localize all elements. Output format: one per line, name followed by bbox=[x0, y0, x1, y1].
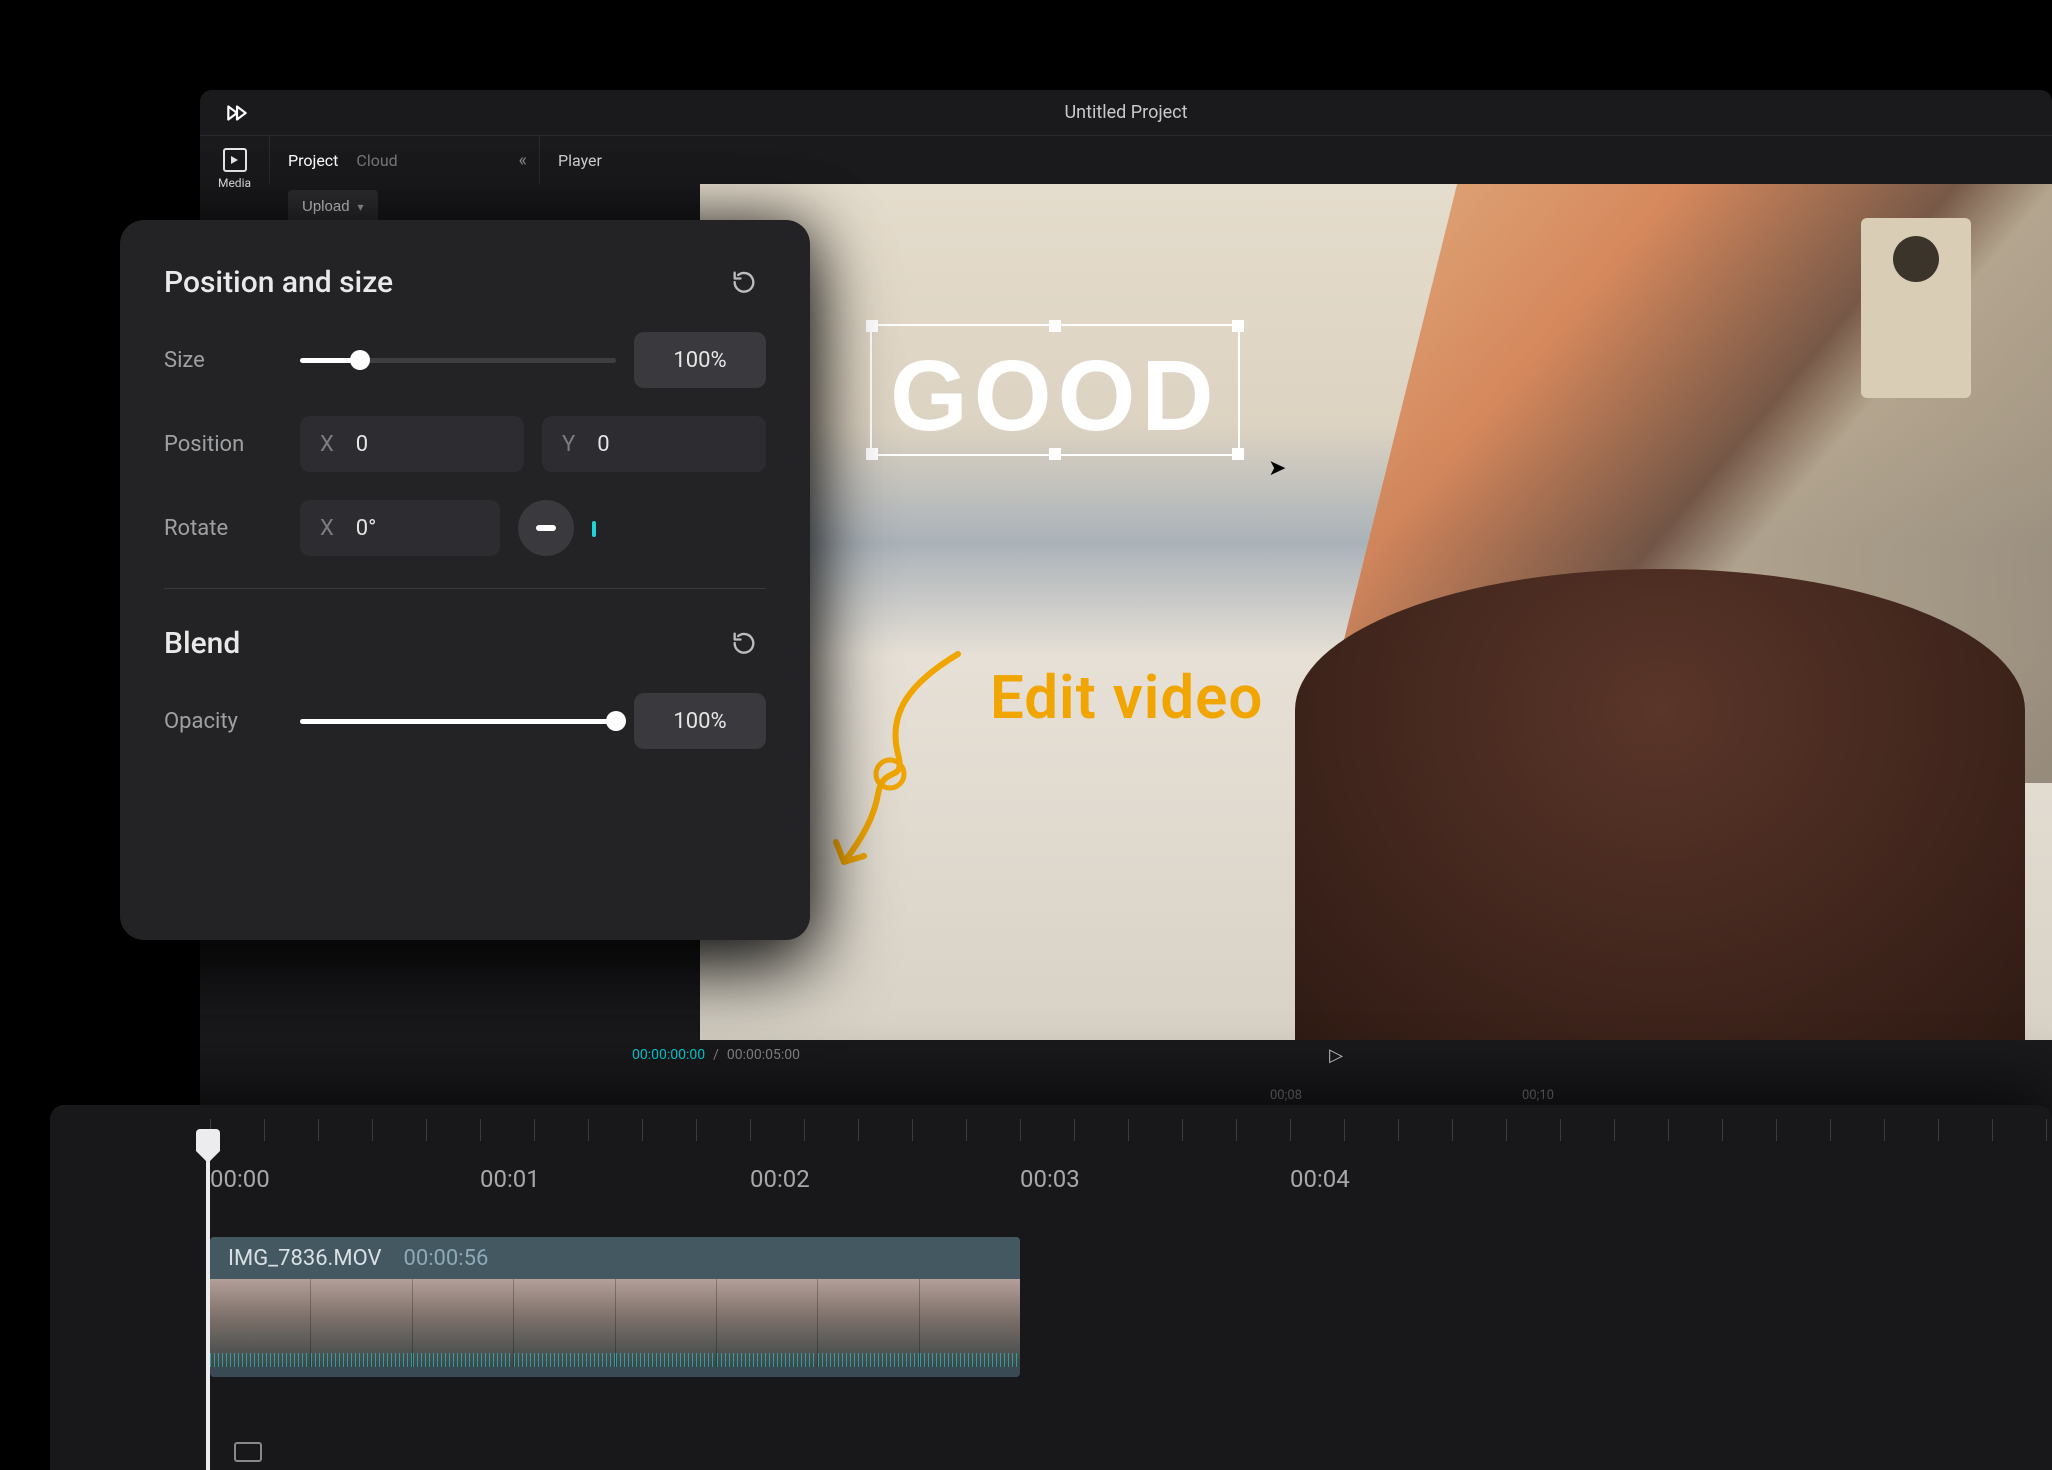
clip-thumbnails bbox=[210, 1279, 1020, 1367]
timeline-tick: 00:03 bbox=[1020, 1165, 1080, 1193]
video-track[interactable]: IMG_7836.MOV 00:00:56 bbox=[210, 1237, 2052, 1377]
properties-panel: Position and size Size 100% Position X 0… bbox=[120, 220, 810, 940]
nav-media[interactable]: Media bbox=[218, 142, 251, 196]
size-value-field[interactable]: 100% bbox=[634, 332, 766, 388]
preview-sweater-shape bbox=[1295, 569, 2025, 1040]
blend-title: Blend bbox=[164, 626, 240, 661]
timeline-tick: 00:01 bbox=[480, 1165, 540, 1193]
annotation-arrow-icon bbox=[828, 644, 968, 874]
timecode-total: 00:00:05:00 bbox=[727, 1047, 800, 1063]
preview-frame bbox=[700, 184, 2052, 1040]
reset-icon bbox=[730, 629, 758, 657]
project-title: Untitled Project bbox=[1064, 102, 1187, 123]
clip-duration: 00:00:56 bbox=[403, 1246, 488, 1271]
position-x-field[interactable]: X 0 bbox=[300, 416, 524, 472]
media-tabs: Project Cloud « bbox=[270, 136, 540, 184]
timecode-separator: / bbox=[713, 1047, 719, 1063]
resize-handle-br[interactable] bbox=[1232, 448, 1244, 460]
rotate-dial[interactable] bbox=[518, 500, 574, 556]
section-divider bbox=[164, 588, 766, 589]
timeline-tick: 00:04 bbox=[1290, 1165, 1350, 1193]
player-controls: 00:00:00:00 / 00:00:05:00 ▷ bbox=[620, 1040, 2052, 1070]
preview-vase-shape bbox=[1861, 218, 1971, 398]
reset-position-size-button[interactable] bbox=[722, 260, 766, 304]
clip-thumb bbox=[716, 1279, 817, 1367]
keyboard-icon[interactable] bbox=[234, 1442, 262, 1462]
timeline-tick: 00:02 bbox=[750, 1165, 810, 1193]
tab-cloud[interactable]: Cloud bbox=[356, 151, 397, 170]
x-axis-label: X bbox=[320, 432, 334, 457]
reset-blend-button[interactable] bbox=[722, 621, 766, 665]
opacity-label: Opacity bbox=[164, 709, 282, 734]
clip-header: IMG_7836.MOV 00:00:56 bbox=[210, 1237, 1020, 1279]
ruler-tick: 00;10 bbox=[1522, 1088, 1554, 1103]
size-label: Size bbox=[164, 348, 282, 373]
clip-thumb bbox=[817, 1279, 918, 1367]
timeline-ruler[interactable]: 00:00 00:01 00:02 00:03 00:04 bbox=[50, 1119, 2052, 1193]
player-header: Player bbox=[540, 136, 2052, 184]
timeline-playhead[interactable] bbox=[206, 1131, 210, 1470]
size-slider-thumb[interactable] bbox=[350, 350, 370, 370]
clip-thumb bbox=[919, 1279, 1020, 1367]
position-label: Position bbox=[164, 432, 282, 457]
rotate-label: Rotate bbox=[164, 516, 282, 541]
top-row: Media Project Cloud « Player bbox=[200, 136, 2052, 184]
rotate-value: 0° bbox=[356, 516, 377, 541]
play-button[interactable]: ▷ bbox=[1329, 1045, 1343, 1066]
app-logo bbox=[224, 100, 250, 126]
resize-handle-tr[interactable] bbox=[1232, 320, 1244, 332]
player-label: Player bbox=[558, 151, 602, 170]
timeline-panel: 00:00 00:01 00:02 00:03 00:04 IMG_7836.M… bbox=[50, 1105, 2052, 1470]
position-y-field[interactable]: Y 0 bbox=[542, 416, 766, 472]
clip-name: IMG_7836.MOV bbox=[228, 1246, 381, 1271]
position-size-title: Position and size bbox=[164, 265, 393, 300]
y-axis-label: Y bbox=[562, 432, 575, 457]
clip-thumb bbox=[210, 1279, 310, 1367]
left-nav: Media bbox=[200, 136, 270, 184]
preview-viewport[interactable]: GOOD ➤ Edit video bbox=[700, 184, 2052, 1040]
opacity-value: 100% bbox=[673, 709, 726, 734]
ruler-tick: 00;08 bbox=[1270, 1088, 1302, 1103]
resize-handle-tc[interactable] bbox=[1049, 320, 1061, 332]
opacity-slider-thumb[interactable] bbox=[606, 711, 626, 731]
text-overlay-selection[interactable]: GOOD bbox=[870, 324, 1240, 456]
video-clip[interactable]: IMG_7836.MOV 00:00:56 bbox=[210, 1237, 1020, 1377]
clip-thumb bbox=[310, 1279, 411, 1367]
opacity-value-field[interactable]: 100% bbox=[634, 693, 766, 749]
position-y-value: 0 bbox=[597, 432, 609, 457]
position-x-value: 0 bbox=[356, 432, 368, 457]
nav-media-label: Media bbox=[218, 176, 251, 190]
upload-button[interactable]: Upload bbox=[288, 190, 378, 223]
clip-thumb bbox=[615, 1279, 716, 1367]
timeline-minor-ticks bbox=[210, 1119, 2052, 1141]
timecode-current: 00:00:00:00 bbox=[632, 1047, 705, 1063]
rotate-indicator-icon bbox=[592, 521, 596, 537]
size-slider[interactable] bbox=[300, 347, 616, 373]
timeline-tick: 00:00 bbox=[210, 1165, 270, 1193]
rotate-x-field[interactable]: X 0° bbox=[300, 500, 500, 556]
resize-handle-bl[interactable] bbox=[866, 448, 878, 460]
clip-thumb bbox=[513, 1279, 614, 1367]
overlay-text: GOOD bbox=[890, 346, 1220, 446]
resize-handle-tl[interactable] bbox=[866, 320, 878, 332]
reset-icon bbox=[730, 268, 758, 296]
media-icon bbox=[223, 148, 247, 172]
titlebar: Untitled Project bbox=[200, 90, 2052, 136]
size-value: 100% bbox=[673, 348, 726, 373]
clip-thumb bbox=[412, 1279, 513, 1367]
rotate-axis-label: X bbox=[320, 516, 334, 541]
collapse-panel-icon[interactable]: « bbox=[519, 150, 527, 171]
tab-project[interactable]: Project bbox=[288, 151, 338, 170]
annotation-text: Edit video bbox=[990, 662, 1263, 733]
upload-button-label: Upload bbox=[302, 198, 350, 215]
resize-handle-bc[interactable] bbox=[1049, 448, 1061, 460]
opacity-slider[interactable] bbox=[300, 708, 616, 734]
